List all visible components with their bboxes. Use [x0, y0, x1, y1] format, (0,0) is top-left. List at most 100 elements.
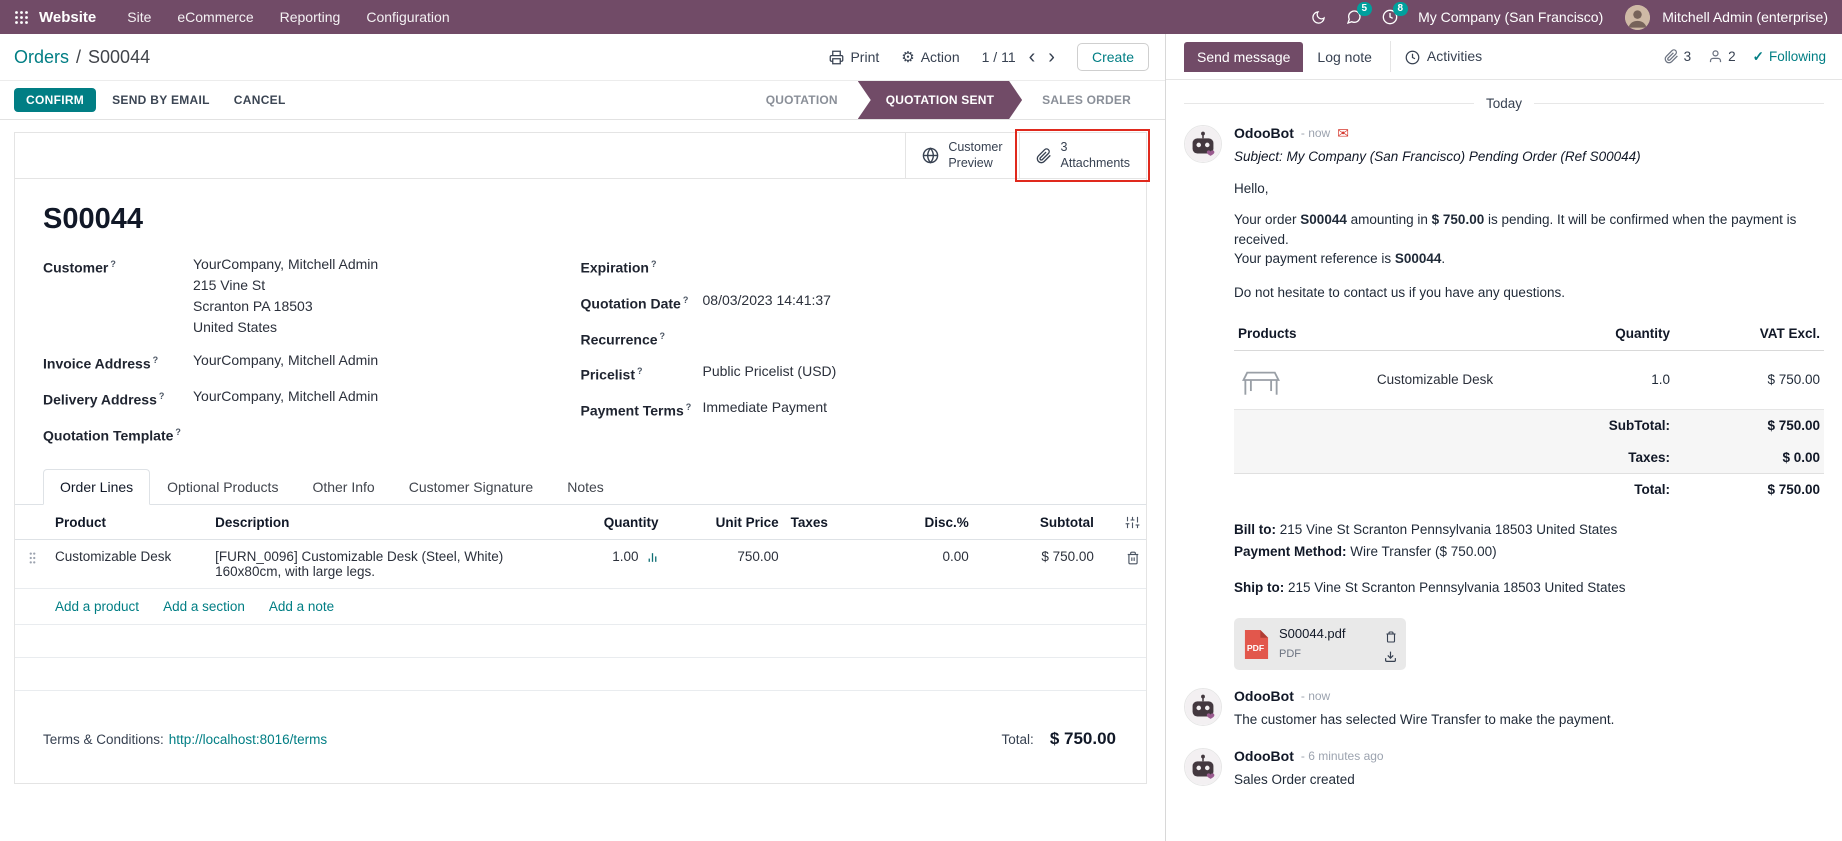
- printer-icon: [829, 49, 844, 66]
- breadcrumb-current: S00044: [88, 47, 150, 68]
- order-amount: $ 750.00: [1432, 212, 1485, 227]
- control-panel: Orders / S00044 Print ⚙ Action 1 / 11: [0, 34, 1165, 80]
- email-col-products: Products: [1234, 318, 1574, 350]
- cell-description[interactable]: [FURN_0096] Customizable Desk (Steel, Wh…: [209, 540, 559, 589]
- download-attachment-icon[interactable]: [1384, 646, 1397, 666]
- message-author: OdooBot: [1234, 688, 1294, 704]
- sheet-footer: Terms & Conditions: http://localhost:801…: [15, 705, 1146, 783]
- email-product-name: Customizable Desk: [1296, 350, 1574, 409]
- cancel-button[interactable]: CANCEL: [226, 88, 294, 112]
- cell-unit-price[interactable]: 750.00: [665, 540, 785, 589]
- message-author: OdooBot: [1234, 125, 1294, 141]
- chatter-meta: 3 2 ✓ Following: [1664, 49, 1826, 65]
- message-time: - 6 minutes ago: [1301, 749, 1384, 763]
- cell-discount[interactable]: 0.00: [865, 540, 975, 589]
- order-sheet: Customer Preview 3 Attachments: [14, 132, 1147, 784]
- add-a-section-link[interactable]: Add a section: [163, 599, 245, 614]
- status-pipeline: QUOTATION QUOTATION SENT SALES ORDER: [746, 81, 1151, 119]
- message-body: The customer has selected Wire Transfer …: [1234, 710, 1824, 730]
- step-quotation[interactable]: QUOTATION: [746, 81, 858, 119]
- payment-terms-value[interactable]: Immediate Payment: [703, 397, 828, 421]
- attachments-toggle[interactable]: 3: [1664, 49, 1692, 65]
- email-subtotal-row: SubTotal: $ 750.00: [1234, 409, 1824, 441]
- cell-quantity[interactable]: 1.00: [559, 540, 664, 589]
- attachment-name[interactable]: S00044.pdf: [1279, 625, 1346, 644]
- tab-notes[interactable]: Notes: [550, 469, 621, 505]
- email-paragraph: Do not hesitate to contact us if you hav…: [1234, 283, 1824, 303]
- user-avatar[interactable]: [1625, 5, 1650, 30]
- delete-attachment-icon[interactable]: [1385, 626, 1397, 646]
- person-icon: [1708, 49, 1723, 65]
- menu-site[interactable]: Site: [114, 9, 164, 25]
- control-panel-actions: Print ⚙ Action 1 / 11 ‹ › Create: [829, 43, 1149, 71]
- apps-grid-icon[interactable]: [14, 10, 29, 25]
- clock-icon: [1405, 48, 1420, 65]
- email-product-price: $ 750.00: [1674, 350, 1824, 409]
- quotation-date-value[interactable]: 08/03/2023 14:41:37: [703, 290, 831, 314]
- email-body: Subject: My Company (San Francisco) Pend…: [1234, 147, 1824, 670]
- menu-ecommerce[interactable]: eCommerce: [164, 9, 266, 25]
- menu-configuration[interactable]: Configuration: [353, 9, 462, 25]
- add-a-product-link[interactable]: Add a product: [55, 599, 139, 614]
- col-unit-price: Unit Price: [665, 505, 785, 539]
- tab-optional-products[interactable]: Optional Products: [150, 469, 295, 505]
- step-sales-order[interactable]: SALES ORDER: [1022, 81, 1151, 119]
- activities-button[interactable]: Activities: [1390, 41, 1496, 72]
- delete-line-icon[interactable]: [1126, 549, 1140, 564]
- following-toggle[interactable]: ✓ Following: [1753, 49, 1826, 65]
- tab-order-lines[interactable]: Order Lines: [43, 469, 150, 505]
- pager-value[interactable]: 1 / 11: [982, 49, 1016, 65]
- col-disc: Disc.%: [865, 505, 975, 539]
- user-menu[interactable]: Mitchell Admin (enterprise): [1662, 9, 1828, 25]
- forecast-chart-icon[interactable]: [646, 549, 659, 564]
- breadcrumb-orders-link[interactable]: Orders: [14, 47, 69, 68]
- tab-other-info[interactable]: Other Info: [295, 469, 391, 505]
- customer-value[interactable]: YourCompany, Mitchell Admin 215 Vine St …: [193, 254, 378, 338]
- confirm-button[interactable]: CONFIRM: [14, 88, 96, 112]
- col-taxes: Taxes: [785, 505, 865, 539]
- company-switcher[interactable]: My Company (San Francisco): [1418, 9, 1603, 25]
- terms-link[interactable]: http://localhost:8016/terms: [169, 732, 327, 747]
- invoice-address-label: Invoice Address?: [43, 350, 193, 374]
- order-ref: S00044: [1300, 212, 1347, 227]
- cell-product[interactable]: Customizable Desk: [49, 540, 209, 589]
- send-by-email-button[interactable]: SEND BY EMAIL: [104, 88, 218, 112]
- tab-customer-signature[interactable]: Customer Signature: [392, 469, 551, 505]
- attachments-button[interactable]: 3 Attachments: [1019, 133, 1146, 178]
- col-product: Product: [49, 505, 209, 539]
- pager-previous-icon[interactable]: ‹: [1029, 47, 1036, 67]
- invoice-address-value[interactable]: YourCompany, Mitchell Admin: [193, 350, 378, 374]
- email-product-qty: 1.0: [1574, 350, 1674, 409]
- optional-columns-icon[interactable]: [1125, 514, 1140, 529]
- attachment-card[interactable]: PDF S00044.pdf PDF: [1234, 618, 1406, 670]
- create-button[interactable]: Create: [1077, 43, 1149, 71]
- svg-text:PDF: PDF: [1247, 643, 1264, 653]
- menu-reporting[interactable]: Reporting: [267, 9, 354, 25]
- activities-clock-icon[interactable]: 8: [1382, 9, 1398, 25]
- attachment-type: PDF: [1279, 647, 1346, 663]
- field-group-left: Customer? YourCompany, Mitchell Admin 21…: [43, 254, 581, 457]
- odoobot-avatar: [1184, 748, 1222, 786]
- quotation-template-label: Quotation Template?: [43, 422, 193, 446]
- customer-preview-button[interactable]: Customer Preview: [905, 133, 1018, 178]
- help-icon: ?: [159, 391, 165, 401]
- followers-toggle[interactable]: 2: [1708, 49, 1736, 65]
- content: Orders / S00044 Print ⚙ Action 1 / 11: [0, 34, 1842, 841]
- drag-handle-icon[interactable]: [28, 549, 37, 564]
- message-body: Sales Order created: [1234, 770, 1824, 790]
- dark-mode-moon-icon[interactable]: [1311, 10, 1326, 25]
- log-note-button[interactable]: Log note: [1303, 42, 1386, 72]
- action-button[interactable]: ⚙ Action: [901, 49, 959, 65]
- cell-subtotal: $ 750.00: [975, 540, 1100, 589]
- print-button[interactable]: Print: [829, 49, 879, 66]
- messages-icon[interactable]: 5: [1346, 9, 1362, 25]
- pricelist-value[interactable]: Public Pricelist (USD): [703, 361, 837, 385]
- step-quotation-sent[interactable]: QUOTATION SENT: [858, 81, 1022, 119]
- delivery-address-value[interactable]: YourCompany, Mitchell Admin: [193, 386, 378, 410]
- send-message-button[interactable]: Send message: [1184, 42, 1303, 72]
- pager-next-icon[interactable]: ›: [1048, 47, 1055, 67]
- add-a-note-link[interactable]: Add a note: [269, 599, 334, 614]
- cell-taxes[interactable]: [785, 540, 865, 589]
- breadcrumb-separator: /: [76, 47, 81, 68]
- app-name[interactable]: Website: [39, 9, 96, 26]
